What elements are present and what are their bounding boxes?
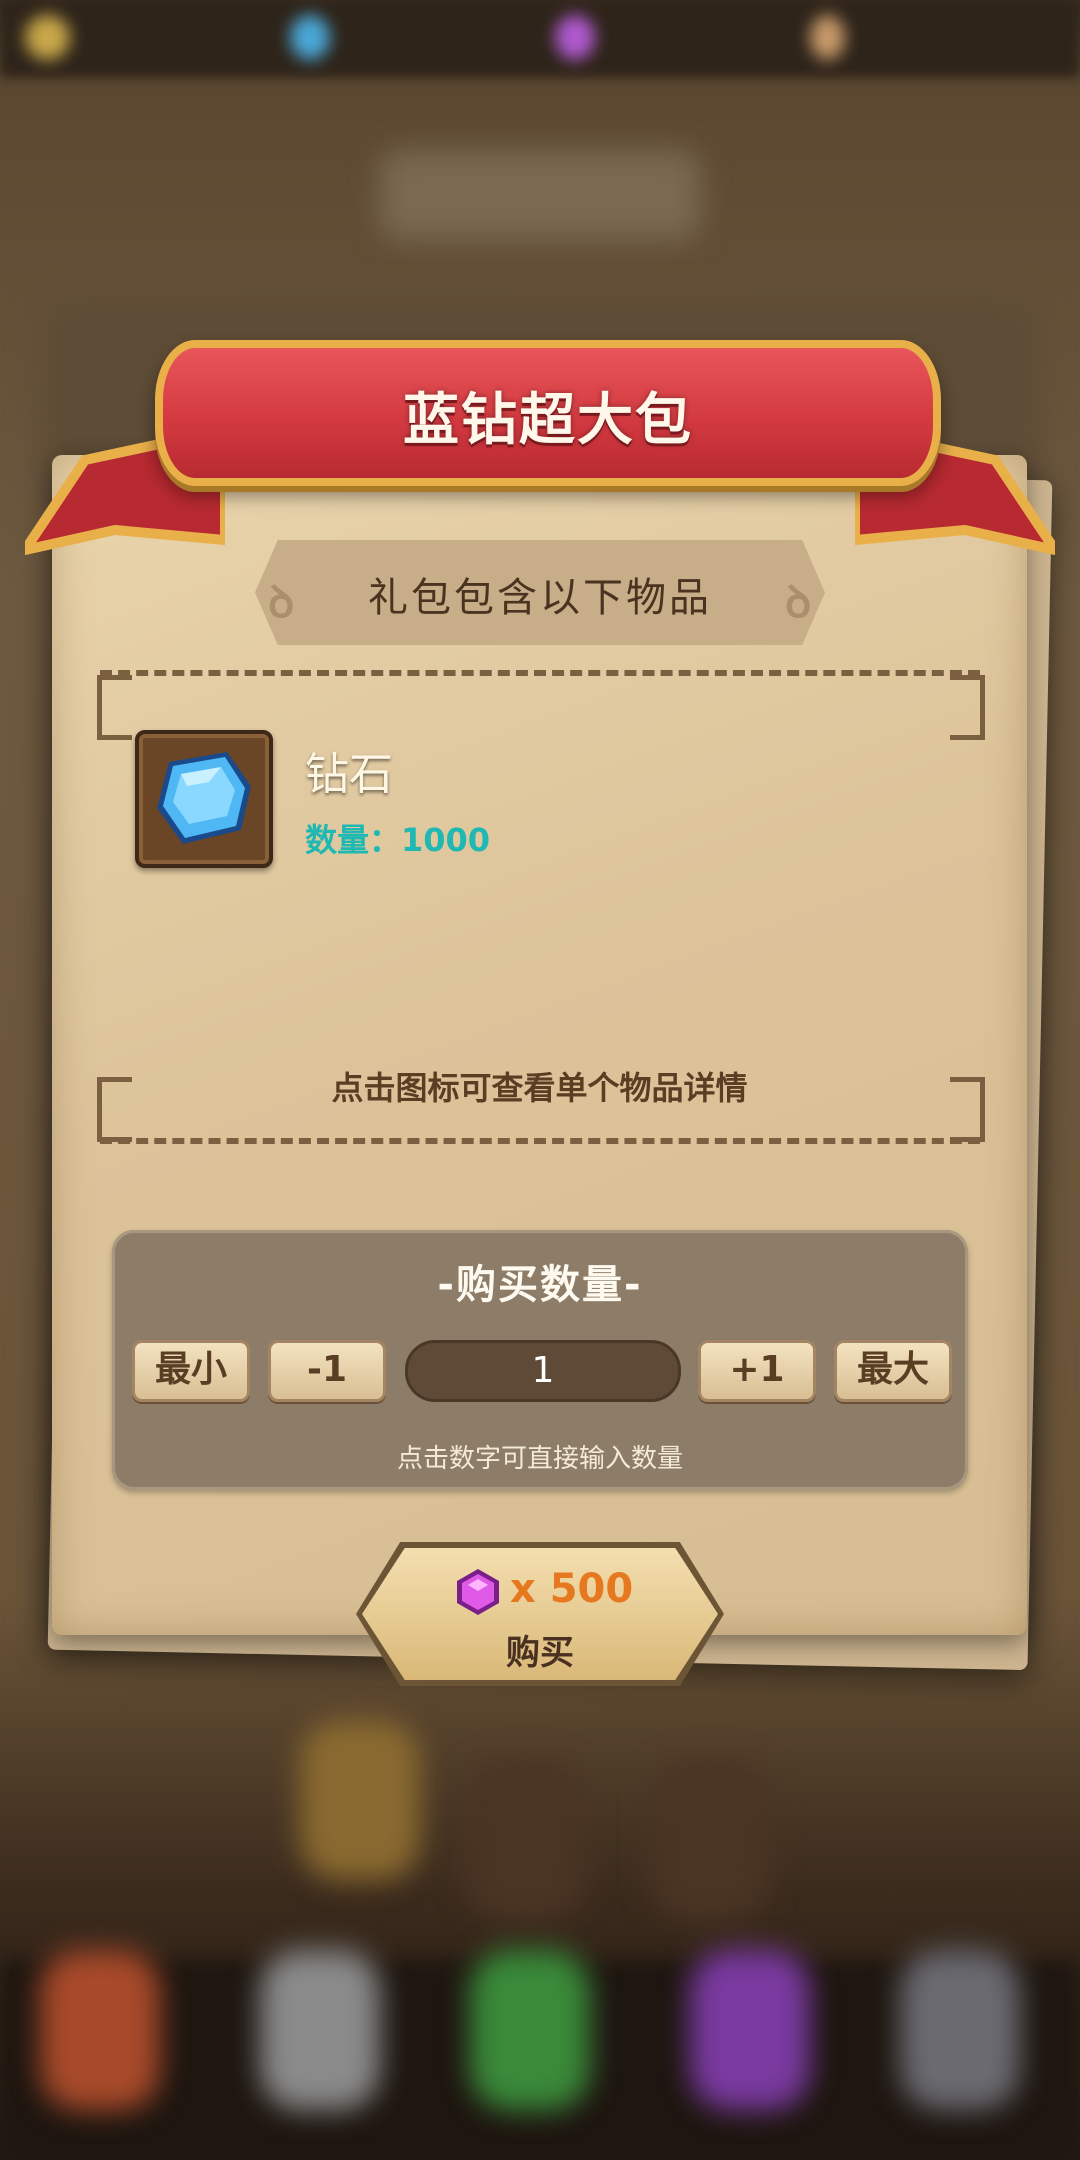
minus-one-button[interactable]: -1 xyxy=(268,1340,386,1402)
max-button[interactable]: 最大 xyxy=(834,1340,952,1402)
background-resource-icon xyxy=(810,15,845,60)
background-resource-icon xyxy=(290,15,330,60)
item-quantity: 数量：1000 xyxy=(305,821,491,859)
background-character xyxy=(900,1950,1020,2110)
background-character xyxy=(470,1950,590,2110)
dialog-subtitle: 礼包包含以下物品 xyxy=(368,575,712,621)
background-resource-icon xyxy=(25,15,70,60)
dialog-title: 蓝钻超大包 xyxy=(403,388,693,453)
item-name: 钻石 xyxy=(305,749,393,800)
min-button[interactable]: 最小 xyxy=(132,1340,250,1402)
item-detail-hint: 点击图标可查看单个物品详情 xyxy=(331,1069,748,1107)
frame-corner xyxy=(950,675,985,740)
frame-top-border xyxy=(100,670,980,676)
background-title xyxy=(380,150,700,240)
background-character xyxy=(690,1950,810,2110)
background-character xyxy=(300,1720,420,1880)
plus-one-button[interactable]: +1 xyxy=(698,1340,816,1402)
quantity-hint: 点击数字可直接输入数量 xyxy=(396,1444,683,1474)
background-character xyxy=(260,1950,380,2110)
item-icon-button[interactable] xyxy=(135,730,273,868)
background-character xyxy=(40,1950,160,2110)
background-character xyxy=(465,1760,585,1920)
background-resource-icon xyxy=(555,15,595,60)
background-top-bar xyxy=(0,0,1080,78)
buy-label: 购买 xyxy=(506,1633,574,1673)
frame-bottom-border xyxy=(100,1138,980,1144)
quantity-title: -购买数量- xyxy=(437,1262,643,1308)
buy-price: x 500 xyxy=(510,1566,634,1612)
purple-gem-icon xyxy=(457,1569,499,1615)
blue-diamond-icon xyxy=(157,752,251,844)
frame-corner xyxy=(97,675,132,740)
quantity-input[interactable]: 1 xyxy=(405,1340,681,1402)
background-character xyxy=(650,1760,770,1920)
